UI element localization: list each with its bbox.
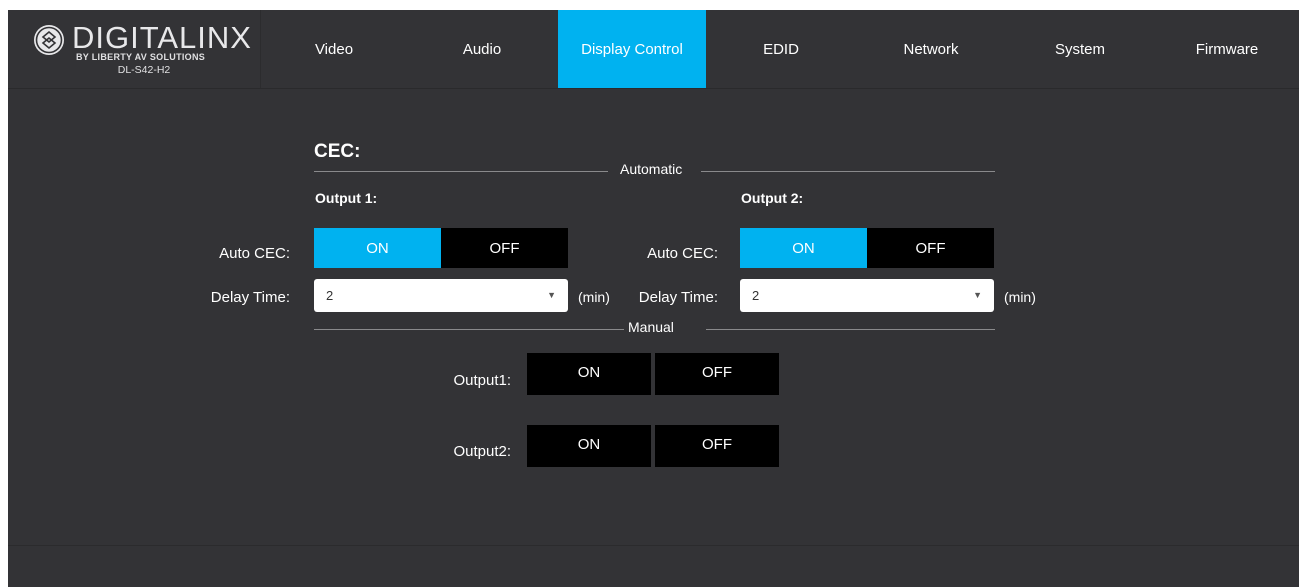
manual-divider-left [314, 329, 624, 330]
tab-audio[interactable]: Audio [408, 10, 556, 88]
output2-delay-value: 2 [752, 288, 760, 303]
automatic-divider-left [314, 171, 608, 172]
manual-output1-on-button[interactable]: ON [527, 353, 651, 395]
output1-delay-select[interactable]: 2 ▼ [314, 279, 568, 312]
brand-name: DIGITALINX [72, 20, 252, 55]
output1-auto-cec-off-button[interactable]: OFF [441, 228, 568, 268]
output2-heading: Output 2: [741, 190, 804, 206]
manual-output1-off-button[interactable]: OFF [655, 353, 779, 395]
footer-bar [8, 545, 1299, 588]
output2-delay-select[interactable]: 2 ▼ [740, 279, 994, 312]
tab-firmware[interactable]: Firmware [1155, 10, 1299, 88]
chevron-down-icon: ▼ [973, 290, 982, 300]
tab-network[interactable]: Network [857, 10, 1005, 88]
automatic-divider-right [701, 171, 995, 172]
manual-output2-on-button[interactable]: ON [527, 425, 651, 467]
cec-title: CEC: [314, 141, 361, 162]
automatic-label: Automatic [620, 161, 683, 177]
top-navigation: DIGITALINX BY LIBERTY AV SOLUTIONS DL-S4… [8, 10, 1299, 89]
manual-output1-label: Output1: [453, 372, 511, 389]
display-control-panel: CEC: Automatic Output 1: Auto CEC: ON OF… [8, 89, 1299, 544]
tab-edid[interactable]: EDID [707, 10, 855, 88]
output1-auto-cec-on-button[interactable]: ON [314, 228, 441, 268]
tab-display-control[interactable]: Display Control [558, 10, 706, 88]
device-model: DL-S42-H2 [117, 64, 171, 76]
tab-system[interactable]: System [1006, 10, 1154, 88]
output2-delay-label: Delay Time: [638, 289, 718, 306]
output1-delay-label: Delay Time: [210, 289, 290, 306]
output1-delay-value: 2 [326, 288, 334, 303]
output2-delay-unit: (min) [1004, 289, 1036, 305]
tab-video[interactable]: Video [261, 10, 407, 88]
output2-auto-cec-off-button[interactable]: OFF [867, 228, 994, 268]
manual-output2-off-button[interactable]: OFF [655, 425, 779, 467]
manual-label: Manual [628, 319, 674, 335]
manual-divider-right [706, 329, 995, 330]
brand-logo: DIGITALINX BY LIBERTY AV SOLUTIONS DL-S4… [8, 10, 261, 88]
app-frame: DIGITALINX BY LIBERTY AV SOLUTIONS DL-S4… [8, 10, 1299, 587]
manual-output2-label: Output2: [453, 443, 511, 460]
chevron-down-icon: ▼ [547, 290, 556, 300]
output2-auto-cec-label: Auto CEC: [647, 245, 718, 262]
output1-heading: Output 1: [315, 190, 378, 206]
digitalinx-logo-icon [34, 25, 64, 55]
output2-auto-cec-on-button[interactable]: ON [740, 228, 867, 268]
output1-auto-cec-label: Auto CEC: [219, 245, 290, 262]
brand-subtitle: BY LIBERTY AV SOLUTIONS [76, 52, 206, 62]
